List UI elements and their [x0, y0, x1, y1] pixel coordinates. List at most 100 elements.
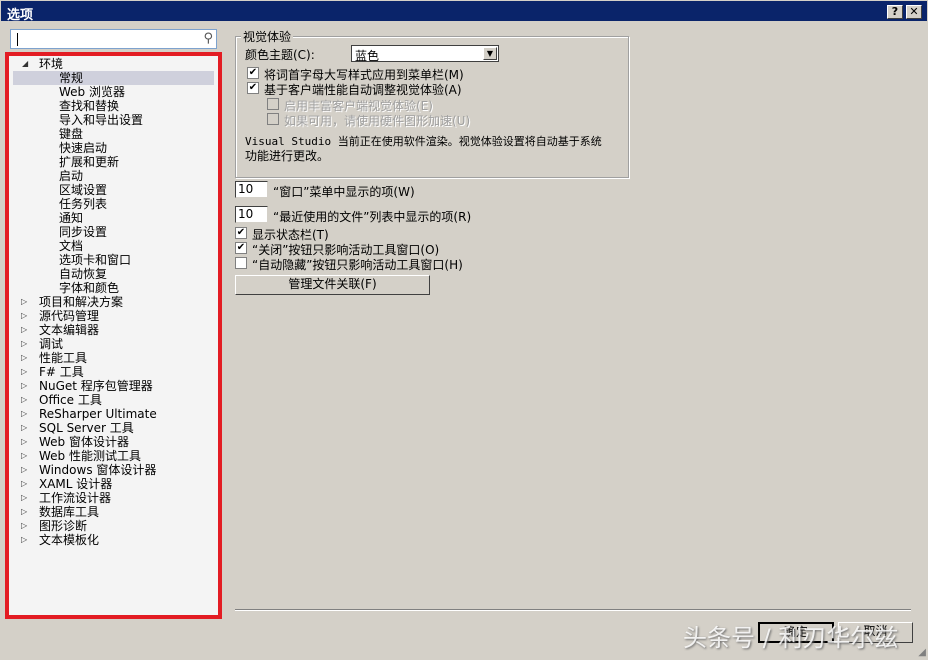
collapsed-arrow-icon[interactable]: ▷: [21, 477, 27, 491]
chevron-down-icon[interactable]: ▼: [483, 47, 497, 60]
collapsed-arrow-icon[interactable]: ▷: [21, 491, 27, 505]
tree-item[interactable]: 通知: [13, 211, 214, 225]
collapsed-arrow-icon[interactable]: ▷: [21, 365, 27, 379]
tree-item-label: 工作流设计器: [39, 491, 112, 505]
tree-item-label: 文本编辑器: [39, 323, 100, 337]
tree-item-label: 任务列表: [59, 197, 108, 211]
collapsed-arrow-icon[interactable]: ▷: [21, 449, 27, 463]
tree-item[interactable]: Web 浏览器: [13, 85, 214, 99]
search-icon[interactable]: ⚲: [203, 31, 213, 46]
tree-item[interactable]: ▷ Office 工具: [13, 393, 214, 407]
collapsed-arrow-icon[interactable]: ▷: [21, 393, 27, 407]
checkbox[interactable]: [267, 98, 279, 110]
help-button[interactable]: ?: [887, 5, 903, 19]
theme-label: 颜色主题(C):: [245, 48, 315, 62]
collapsed-arrow-icon[interactable]: ▷: [21, 337, 27, 351]
tree-item[interactable]: 键盘: [13, 127, 214, 141]
collapsed-arrow-icon[interactable]: ▷: [21, 295, 27, 309]
tree-item[interactable]: ▷ NuGet 程序包管理器: [13, 379, 214, 393]
collapsed-arrow-icon[interactable]: ▷: [21, 463, 27, 477]
tree-item-label: XAML 设计器: [39, 477, 113, 491]
tree-item-label: 字体和颜色: [59, 281, 120, 295]
collapsed-arrow-icon[interactable]: ▷: [21, 309, 27, 323]
tree-item[interactable]: ▷ 项目和解决方案: [13, 295, 214, 309]
collapsed-arrow-icon[interactable]: ▷: [21, 435, 27, 449]
collapsed-arrow-icon[interactable]: ▷: [21, 323, 27, 337]
tree-item-label: 源代码管理: [39, 309, 100, 323]
manage-file-associations-button[interactable]: 管理文件关联(F): [235, 275, 430, 295]
tree-item[interactable]: 查找和替换: [13, 99, 214, 113]
recent-files-input[interactable]: 10: [235, 206, 268, 223]
tree-item[interactable]: 启动: [13, 169, 214, 183]
tree-item[interactable]: ▷ Web 窗体设计器: [13, 435, 214, 449]
watermark: 头条号 / 利刃华尔兹: [683, 624, 899, 652]
tree-item-label: Web 性能测试工具: [39, 449, 141, 463]
tree-item-label: 数据库工具: [39, 505, 100, 519]
tree-item[interactable]: 快速启动: [13, 141, 214, 155]
tree-item-environment[interactable]: ◢ 环境: [13, 57, 214, 71]
collapsed-arrow-icon[interactable]: ▷: [21, 519, 27, 533]
options-tree[interactable]: ◢ 环境 常规 Web 浏览器 查找和替换 导入和导出设置 键盘 快速启动 扩展和更新 启动 区域设…: [5, 52, 222, 619]
collapsed-arrow-icon[interactable]: ▷: [21, 379, 27, 393]
tree-item-label: 区域设置: [59, 183, 108, 197]
tree-item[interactable]: 区域设置: [13, 183, 214, 197]
tree-item[interactable]: ▷ 性能工具: [13, 351, 214, 365]
window-items-input[interactable]: 10: [235, 181, 268, 198]
tree-item-label: 自动恢复: [59, 267, 108, 281]
checkbox-label: “自动隐藏”按钮只影响活动工具窗口(H): [252, 258, 463, 272]
tree-item-label: 环境: [39, 57, 64, 71]
checkbox[interactable]: [235, 257, 247, 269]
close-button[interactable]: ✕: [906, 5, 922, 19]
tree-item-label: F# 工具: [39, 365, 84, 379]
tree-item[interactable]: ▷ 数据库工具: [13, 505, 214, 519]
tree-item[interactable]: 选项卡和窗口: [13, 253, 214, 267]
tree-item[interactable]: 扩展和更新: [13, 155, 214, 169]
checkbox-label: 如果可用，请使用硬件图形加速(U): [284, 114, 471, 128]
tree-item[interactable]: ▷ 工作流设计器: [13, 491, 214, 505]
tree-item[interactable]: ▷ 图形诊断: [13, 519, 214, 533]
resize-grip-icon[interactable]: ◢: [918, 647, 926, 658]
tree-item[interactable]: ▷ 文本模板化: [13, 533, 214, 547]
tree-item-label: Web 浏览器: [59, 85, 125, 99]
tree-item-label: ReSharper Ultimate: [39, 407, 157, 421]
tree-item[interactable]: 导入和导出设置: [13, 113, 214, 127]
theme-select[interactable]: 蓝色 ▼: [351, 45, 499, 63]
tree-item[interactable]: ▷ Windows 窗体设计器: [13, 463, 214, 477]
tree-item-label: 常规: [59, 71, 84, 85]
collapsed-arrow-icon[interactable]: ▷: [21, 505, 27, 519]
search-input[interactable]: ⚲: [10, 29, 217, 49]
checkbox[interactable]: [267, 113, 279, 125]
tree-item-label: Office 工具: [39, 393, 102, 407]
window-items-label: “窗口”菜单中显示的项(W): [273, 185, 415, 199]
tree-item[interactable]: 自动恢复: [13, 267, 214, 281]
tree-item[interactable]: 字体和颜色: [13, 281, 214, 295]
collapsed-arrow-icon[interactable]: ▷: [21, 533, 27, 547]
tree-item[interactable]: ▷ 源代码管理: [13, 309, 214, 323]
checkbox[interactable]: ✔: [247, 82, 259, 94]
collapsed-arrow-icon[interactable]: ▷: [21, 421, 27, 435]
tree-item-label: 键盘: [59, 127, 84, 141]
tree-item[interactable]: ▷ 调试: [13, 337, 214, 351]
checkbox[interactable]: ✔: [235, 242, 247, 254]
tree-item-label: NuGet 程序包管理器: [39, 379, 153, 393]
tree-item-label: 性能工具: [39, 351, 88, 365]
tree-item-label: 导入和导出设置: [59, 113, 144, 127]
tree-item[interactable]: 文档: [13, 239, 214, 253]
collapsed-arrow-icon[interactable]: ▷: [21, 407, 27, 421]
collapsed-arrow-icon[interactable]: ▷: [21, 351, 27, 365]
tree-item-label: 选项卡和窗口: [59, 253, 132, 267]
checkbox[interactable]: ✔: [235, 227, 247, 239]
render-note-line2: 功能进行更改。: [245, 149, 330, 163]
tree-item[interactable]: 同步设置: [13, 225, 214, 239]
expanded-arrow-icon[interactable]: ◢: [22, 57, 28, 71]
tree-item[interactable]: 常规: [13, 71, 214, 85]
tree-item-label: 扩展和更新: [59, 155, 120, 169]
tree-item[interactable]: ▷ F# 工具: [13, 365, 214, 379]
tree-item[interactable]: ▷ 文本编辑器: [13, 323, 214, 337]
tree-item[interactable]: ▷ SQL Server 工具: [13, 421, 214, 435]
tree-item[interactable]: ▷ XAML 设计器: [13, 477, 214, 491]
checkbox[interactable]: ✔: [247, 67, 259, 79]
tree-item[interactable]: ▷ ReSharper Ultimate: [13, 407, 214, 421]
tree-item[interactable]: 任务列表: [13, 197, 214, 211]
tree-item[interactable]: ▷ Web 性能测试工具: [13, 449, 214, 463]
